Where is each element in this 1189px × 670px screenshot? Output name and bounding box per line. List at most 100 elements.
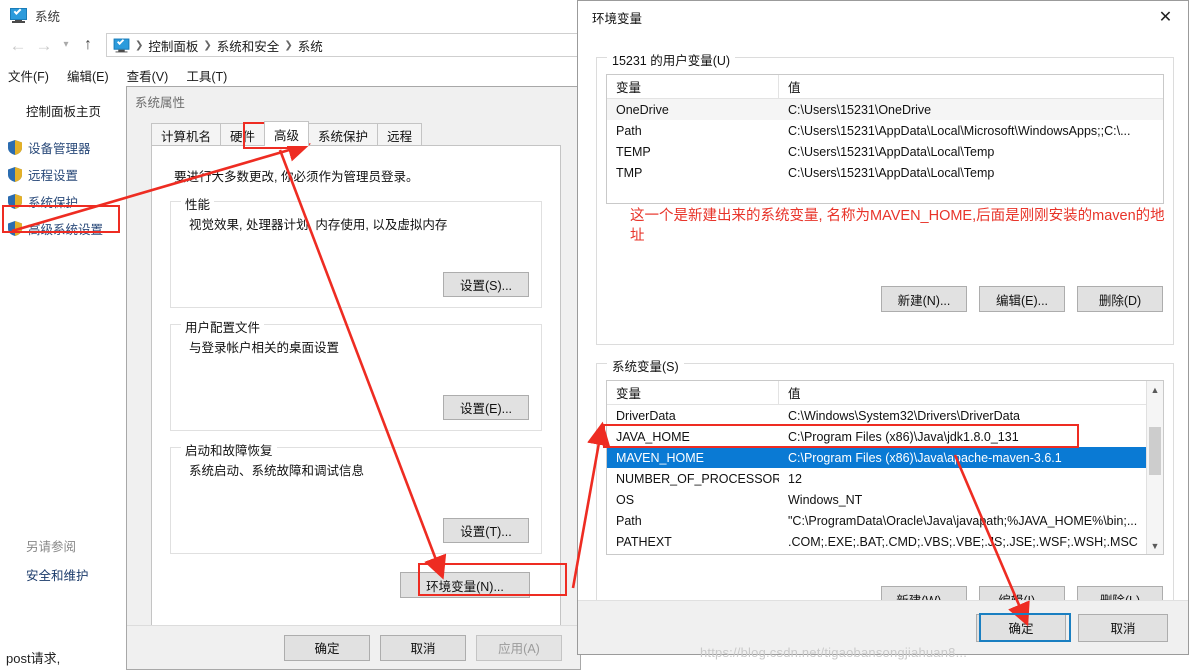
- system-variables-header-row: 变量 值: [607, 381, 1163, 405]
- scroll-up-icon[interactable]: ▲: [1147, 381, 1163, 398]
- system-var-name: PATHEXT: [616, 534, 672, 549]
- tab-computer-name[interactable]: 计算机名: [151, 123, 222, 146]
- up-arrow-icon[interactable]: ↑: [76, 33, 100, 57]
- startup-recovery-group-title: 启动和故障恢复: [181, 440, 277, 459]
- system-var-value: .COM;.EXE;.BAT;.CMD;.VBS;.VBE;.JS;.JSE;.…: [788, 534, 1138, 549]
- user-new-button[interactable]: 新建(N)...: [881, 286, 967, 312]
- system-var-name: Path: [616, 513, 642, 528]
- user-profiles-settings-button[interactable]: 设置(E)...: [443, 395, 529, 420]
- system-col-value: 值: [788, 387, 801, 401]
- breadcrumb-system-icon: [113, 37, 130, 52]
- menu-tools[interactable]: 工具(T): [186, 66, 227, 85]
- back-arrow-icon[interactable]: ←: [6, 33, 30, 57]
- sidebar-see-also: 另请参阅 安全和维护: [0, 536, 130, 584]
- table-row[interactable]: PATHEXT .COM;.EXE;.BAT;.CMD;.VBS;.VBE;.J…: [607, 531, 1163, 552]
- breadcrumb-item-0[interactable]: 控制面板: [148, 36, 198, 55]
- sidebar-item-label: 系统保护: [28, 196, 79, 210]
- forward-arrow-icon[interactable]: →: [32, 33, 56, 57]
- user-delete-button[interactable]: 删除(D): [1077, 286, 1163, 312]
- tab-advanced[interactable]: 高级: [264, 121, 310, 146]
- table-row-selected[interactable]: MAVEN_HOME C:\Program Files (x86)\Java\a…: [607, 447, 1163, 468]
- system-properties-tabs: 计算机名 硬件 高级 系统保护 远程: [151, 121, 561, 146]
- table-row[interactable]: Path "C:\ProgramData\Oracle\Java\javapat…: [607, 510, 1163, 531]
- user-var-value: C:\Users\15231\AppData\Local\Microsoft\W…: [788, 123, 1131, 138]
- table-row[interactable]: Path C:\Users\15231\AppData\Local\Micros…: [607, 120, 1163, 141]
- user-variables-table[interactable]: 变量 值 OneDrive C:\Users\15231\OneDrive Pa…: [606, 74, 1164, 204]
- sysprop-ok-button[interactable]: 确定: [284, 634, 370, 661]
- system-variables-scrollbar[interactable]: ▲ ▼: [1146, 381, 1163, 554]
- sidebar-item-label: 远程设置: [28, 169, 79, 183]
- see-also-header: 另请参阅: [26, 540, 77, 554]
- breadcrumb-separator: ❯: [135, 39, 144, 51]
- user-var-name: OneDrive: [616, 102, 669, 117]
- user-var-name: TMP: [616, 165, 643, 180]
- system-var-value: Windows_NT: [788, 492, 863, 507]
- sidebar-item-label: 高级系统设置: [28, 223, 104, 237]
- background-window-text: post请求,: [6, 651, 61, 666]
- explorer-sidebar: 控制面板主页 设备管理器 远程设置 系统保护 高级系统设置 另请参阅 安全和维护: [0, 92, 130, 620]
- env-cancel-button[interactable]: 取消: [1078, 613, 1168, 642]
- user-var-name: Path: [616, 123, 642, 138]
- table-row[interactable]: DriverData C:\Windows\System32\Drivers\D…: [607, 405, 1163, 426]
- system-var-name: OS: [616, 492, 635, 507]
- table-row[interactable]: TEMP C:\Users\15231\AppData\Local\Temp: [607, 141, 1163, 162]
- user-variables-legend: 15231 的用户变量(U): [607, 50, 736, 69]
- system-variables-table[interactable]: 变量 值 DriverData C:\Windows\System32\Driv…: [606, 380, 1164, 555]
- tab-system-protection[interactable]: 系统保护: [308, 123, 379, 146]
- env-dialog-title: 环境变量: [592, 11, 643, 26]
- breadcrumb-separator: ❯: [203, 39, 212, 51]
- sidebar-item-device-manager[interactable]: 设备管理器: [0, 134, 130, 161]
- breadcrumb-item-2[interactable]: 系统: [298, 36, 323, 55]
- environment-variables-button[interactable]: 环境变量(N)...: [400, 572, 530, 598]
- close-icon[interactable]: ✕: [1143, 1, 1188, 33]
- system-var-name: DriverData: [616, 408, 676, 423]
- table-row[interactable]: TMP C:\Users\15231\AppData\Local\Temp: [607, 162, 1163, 183]
- system-variables-fieldset: 系统变量(S) 变量 值 DriverData C:\Windows\Syste…: [596, 356, 1174, 625]
- menu-view[interactable]: 查看(V): [127, 66, 169, 85]
- sidebar-item-advanced-system-settings[interactable]: 高级系统设置: [0, 215, 130, 242]
- sidebar-item-remote-settings[interactable]: 远程设置: [0, 161, 130, 188]
- tab-hardware[interactable]: 硬件: [220, 123, 266, 146]
- scrollbar-thumb[interactable]: [1149, 427, 1161, 475]
- see-also-link-security[interactable]: 安全和维护: [0, 565, 130, 584]
- admin-note-text: 要进行大多数更改, 你必须作为管理员登录。: [174, 170, 419, 184]
- breadcrumb-item-1[interactable]: 系统和安全: [217, 36, 280, 55]
- performance-group: 性能 视觉效果, 处理器计划, 内存使用, 以及虚拟内存 设置(S)...: [170, 194, 542, 308]
- system-properties-dialog: 系统属性 计算机名 硬件 高级 系统保护 远程 要进行大多数更改, 你必须作为管…: [126, 86, 581, 670]
- menu-edit[interactable]: 编辑(E): [67, 66, 109, 85]
- sidebar-list: 设备管理器 远程设置 系统保护 高级系统设置: [0, 134, 130, 242]
- shield-icon: [8, 140, 22, 155]
- user-col-value: 值: [788, 81, 801, 95]
- user-edit-button[interactable]: 编辑(E)...: [979, 286, 1065, 312]
- table-row[interactable]: JAVA_HOME C:\Program Files (x86)\Java\jd…: [607, 426, 1163, 447]
- table-row[interactable]: OneDrive C:\Users\15231\OneDrive: [607, 99, 1163, 120]
- user-var-value: C:\Users\15231\OneDrive: [788, 102, 932, 117]
- system-properties-body: 要进行大多数更改, 你必须作为管理员登录。 性能 视觉效果, 处理器计划, 内存…: [151, 145, 561, 645]
- system-properties-footer: 确定 取消 应用(A): [127, 625, 580, 669]
- user-var-value: C:\Users\15231\AppData\Local\Temp: [788, 144, 995, 159]
- env-dialog-content: 15231 的用户变量(U) 变量 值 OneDrive C:\Users\15…: [578, 33, 1188, 654]
- env-ok-button[interactable]: 确定: [976, 613, 1066, 642]
- system-var-value: "C:\ProgramData\Oracle\Java\javapath;%JA…: [788, 513, 1138, 528]
- table-row[interactable]: NUMBER_OF_PROCESSORS 12: [607, 468, 1163, 489]
- user-profiles-group: 用户配置文件 与登录帐户相关的桌面设置 设置(E)...: [170, 317, 542, 431]
- explorer-titlebar: 系统: [0, 0, 600, 30]
- system-properties-title: 系统属性: [127, 87, 580, 115]
- address-breadcrumb-bar[interactable]: ❯ 控制面板 ❯ 系统和安全 ❯ 系统: [106, 33, 590, 57]
- breadcrumb-separator: ❯: [284, 39, 293, 51]
- scroll-down-icon[interactable]: ▼: [1147, 537, 1163, 554]
- performance-settings-button[interactable]: 设置(S)...: [443, 272, 529, 297]
- sysprop-cancel-button[interactable]: 取消: [380, 634, 466, 661]
- sidebar-control-panel-home[interactable]: 控制面板主页: [0, 92, 130, 120]
- chevron-down-icon[interactable]: ▾: [58, 33, 74, 57]
- table-row[interactable]: OS Windows_NT: [607, 489, 1163, 510]
- user-variables-fieldset: 15231 的用户变量(U) 变量 值 OneDrive C:\Users\15…: [596, 50, 1174, 345]
- explorer-navbar: ← → ▾ ↑ ❯ 控制面板 ❯ 系统和安全 ❯ 系统: [0, 30, 600, 60]
- user-var-value: C:\Users\15231\AppData\Local\Temp: [788, 165, 995, 180]
- sidebar-item-system-protection[interactable]: 系统保护: [0, 188, 130, 215]
- startup-recovery-settings-button[interactable]: 设置(T)...: [443, 518, 529, 543]
- user-variables-buttons: 新建(N)... 编辑(E)... 删除(D): [881, 286, 1163, 312]
- tab-remote[interactable]: 远程: [377, 123, 423, 146]
- sidebar-item-label: 设备管理器: [28, 142, 91, 156]
- menu-file[interactable]: 文件(F): [8, 66, 49, 85]
